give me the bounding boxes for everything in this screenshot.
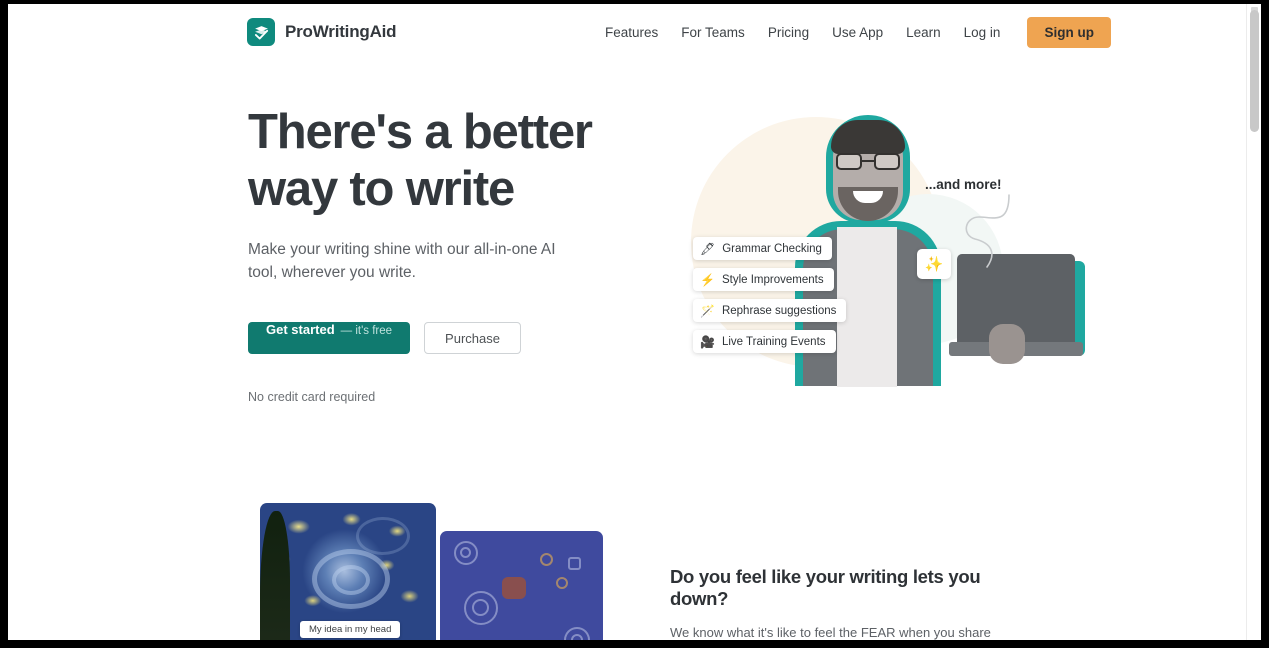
nav-item-features[interactable]: Features (605, 25, 658, 40)
starry-night-image: My idea in my head (260, 503, 436, 640)
doodle-spiral-2 (540, 553, 553, 566)
hero-illustration: ✨ 🖋 Grammar Checking ⚡ Style Improvement… (663, 99, 1085, 399)
hero-copy: There's a better way to write Make your … (248, 104, 648, 404)
pill-style-improvements: ⚡ Style Improvements (693, 268, 834, 291)
brand-logo[interactable]: ProWritingAid (247, 18, 397, 46)
get-started-sublabel: — it's free (340, 325, 393, 337)
page-title: There's a better way to write (248, 105, 593, 216)
hero-subtitle: Make your writing shine with our all-in-… (248, 241, 556, 281)
doodle-spiral-5-inner (571, 634, 583, 640)
pill-label: Rephrase suggestions (721, 304, 837, 317)
purchase-button[interactable]: Purchase (424, 322, 521, 354)
writing-comparison-images: My idea in my head (252, 497, 603, 640)
vertical-scrollbar[interactable] (1246, 4, 1261, 640)
magic-wand-icon: 🪄 (700, 303, 715, 318)
pill-rephrase-suggestions: 🪄 Rephrase suggestions (693, 299, 847, 322)
pill-label: Live Training Events (721, 335, 826, 348)
swirl-small (332, 565, 370, 595)
get-started-label: Get started (266, 322, 335, 337)
book-pages-icon (247, 18, 275, 46)
doodle-spiral-4-inner (472, 599, 489, 616)
person-hair (831, 120, 905, 154)
nav-item-for-teams[interactable]: For Teams (681, 25, 745, 40)
glasses-icon (836, 153, 900, 170)
and-more-label: ...and more! (925, 177, 1002, 192)
no-credit-card-note: No credit card required (248, 390, 376, 404)
quill-pen-icon: 🖋 (700, 241, 716, 256)
lightning-bolt-icon: ⚡ (700, 272, 715, 287)
sign-up-button[interactable]: Sign up (1027, 16, 1111, 48)
main-nav: Features For Teams Pricing Use App Learn… (605, 16, 1111, 48)
image-caption: My idea in my head (300, 621, 401, 638)
plain-blue-image (440, 531, 603, 640)
doodle-red-blob (502, 577, 526, 599)
browser-viewport: ProWritingAid Features For Teams Pricing… (8, 4, 1261, 640)
nav-item-log-in[interactable]: Log in (964, 25, 1001, 40)
nav-item-pricing[interactable]: Pricing (768, 25, 809, 40)
doodle-square (568, 557, 581, 570)
brand-name: ProWritingAid (285, 22, 397, 41)
glasses-lens-right (874, 153, 900, 170)
doodle-spiral-1-inner (460, 547, 471, 558)
nav-item-learn[interactable]: Learn (906, 25, 941, 40)
person-hand (989, 324, 1025, 364)
feature-pill-list: 🖋 Grammar Checking ⚡ Style Improvements … (693, 237, 873, 361)
get-started-button[interactable]: Get started — it's free (248, 322, 411, 354)
glasses-bridge (862, 160, 874, 162)
doodle-spiral-3 (556, 577, 568, 589)
pill-live-training-events: 🎥 Live Training Events (693, 330, 836, 353)
swirl-top (356, 517, 410, 555)
movie-camera-icon: 🎥 (700, 334, 715, 349)
pill-label: Grammar Checking (722, 242, 822, 255)
nav-item-use-app[interactable]: Use App (832, 25, 883, 40)
section-body: We know what it's like to feel the FEAR … (670, 625, 991, 640)
pill-grammar-checking: 🖋 Grammar Checking (693, 237, 832, 260)
site-header: ProWritingAid Features For Teams Pricing… (8, 4, 1246, 60)
pill-label: Style Improvements (721, 273, 824, 286)
hero-cta-row: Get started — it's free Purchase (248, 322, 648, 354)
glasses-lens-left (836, 153, 862, 170)
cypress-tree (260, 511, 290, 640)
section-title: Do you feel like your writing lets you d… (670, 566, 981, 609)
scrollbar-thumb[interactable] (1250, 10, 1259, 132)
section-writing-lets-you-down: Do you feel like your writing lets you d… (670, 566, 1015, 640)
curved-arrow-icon (965, 194, 1010, 268)
